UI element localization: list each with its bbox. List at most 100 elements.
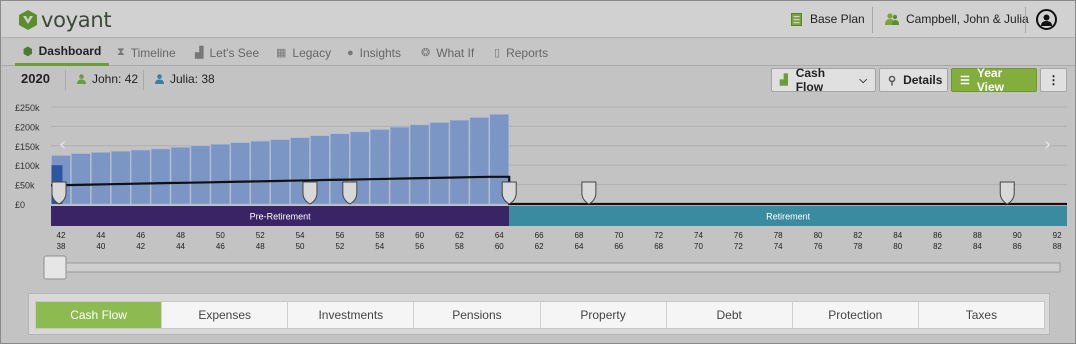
age-label-julia: 48 — [256, 242, 265, 251]
age-label-julia: 88 — [1053, 242, 1062, 251]
person-john: John: 42 — [77, 72, 138, 86]
age-label-julia: 54 — [375, 242, 384, 251]
age-label-john: 48 — [176, 231, 185, 240]
tab-investments[interactable]: Investments — [288, 302, 415, 328]
nav-label: What If — [436, 45, 475, 60]
age-label-julia: 38 — [57, 242, 66, 251]
age-label-julia: 60 — [495, 242, 504, 251]
age-label-julia: 80 — [893, 242, 902, 251]
tab-label: Expenses — [198, 308, 252, 322]
y-tick-label: £100k — [15, 161, 40, 171]
more-vertical-icon: ⋮ — [1047, 73, 1060, 87]
timeline-slider-track[interactable] — [43, 262, 1061, 273]
voyant-logo[interactable]: voyant — [19, 8, 112, 32]
chevron-right-icon: › — [1044, 134, 1051, 155]
nav-legacy[interactable]: ▦ Legacy — [276, 39, 331, 66]
nav-timeline[interactable]: ⧗ Timeline — [117, 39, 176, 66]
client-selector[interactable]: Campbell, John & Julia — [885, 12, 1029, 26]
marker-shape — [999, 181, 1015, 205]
age-label-john: 92 — [1053, 231, 1062, 240]
age-label-julia: 56 — [415, 242, 424, 251]
age-label-john: 88 — [973, 231, 982, 240]
year-view-button[interactable]: ☰ Year View — [951, 66, 1037, 94]
nav-insights[interactable]: ● Insights — [347, 39, 401, 66]
hourglass-icon: ⧗ — [117, 46, 125, 58]
nav-lets-see[interactable]: ▟ Let's See — [195, 39, 259, 66]
tab-label: Cash Flow — [70, 308, 127, 322]
age-label-julia: 74 — [774, 242, 783, 251]
details-button[interactable]: ⚲ Details — [879, 68, 948, 92]
age-label-julia: 66 — [614, 242, 623, 251]
bar — [429, 122, 450, 205]
bar — [110, 150, 131, 205]
bar — [130, 149, 151, 205]
cube-icon: ⬢ — [23, 45, 33, 58]
age-label-julia: 84 — [973, 242, 982, 251]
bar — [449, 119, 470, 205]
bar — [71, 153, 91, 205]
main-nav: ⬢ Dashboard ⧗ Timeline ▟ Let's See ▦ Leg… — [1, 39, 1075, 66]
brain-icon: ❂ — [421, 47, 431, 59]
tab-expenses[interactable]: Expenses — [162, 302, 289, 328]
age-label-john: 80 — [814, 231, 823, 240]
tab-cash-flow[interactable]: Cash Flow — [36, 302, 163, 328]
bar-chart-icon: ▟ — [195, 47, 204, 59]
age-label-john: 44 — [96, 231, 105, 240]
age-label-john: 46 — [136, 231, 145, 240]
tab-label: Investments — [318, 308, 384, 322]
tab-label: Debt — [716, 308, 742, 322]
y-tick-label: £50k — [15, 181, 35, 191]
toolbar-divider-2 — [143, 70, 144, 90]
bar-chart-icon: ▟ — [780, 74, 788, 86]
nav-reports[interactable]: ▯ Reports — [494, 39, 548, 66]
bar — [389, 126, 410, 205]
bar — [150, 148, 171, 205]
age-label-julia: 52 — [335, 242, 344, 251]
age-label-julia: 76 — [814, 242, 823, 251]
user-icon — [1041, 14, 1052, 26]
bar — [170, 147, 191, 205]
tab-debt[interactable]: Debt — [666, 302, 793, 328]
age-label-julia: 70 — [694, 242, 703, 251]
age-label-julia: 46 — [216, 242, 225, 251]
age-label-julia: 78 — [853, 242, 862, 251]
plan-label: Base Plan — [810, 12, 865, 26]
cash-flow-dropdown[interactable]: ▟ Cash Flow ⌵ — [771, 66, 876, 94]
list-icon: ☰ — [960, 74, 970, 87]
age-label-julia: 72 — [734, 242, 743, 251]
category-tabs-panel: Cash Flow Expenses Investments Pensions … — [28, 293, 1050, 335]
age-label-john: 70 — [614, 231, 623, 240]
age-label-julia: 86 — [1013, 242, 1022, 251]
age-label-john: 52 — [256, 231, 265, 240]
more-options-button[interactable]: ⋮ — [1040, 68, 1067, 92]
age-label-john: 42 — [57, 231, 66, 240]
nav-label: Timeline — [130, 45, 176, 60]
building-icon: ▦ — [276, 47, 287, 59]
plan-selector[interactable]: Base Plan — [791, 12, 865, 26]
age-label-john: 76 — [734, 231, 743, 240]
year-view-label: Year View — [976, 66, 1005, 94]
nav-dashboard[interactable]: ⬢ Dashboard — [15, 39, 110, 66]
age-label-julia: 82 — [933, 242, 942, 251]
nav-what-if[interactable]: ❂ What If — [421, 39, 474, 66]
tab-property[interactable]: Property — [540, 302, 667, 328]
tab-taxes[interactable]: Taxes — [918, 302, 1044, 328]
nav-label: Dashboard — [38, 44, 102, 58]
event-marker-icon — [581, 181, 597, 205]
user-account-button[interactable] — [1036, 9, 1057, 30]
age-label-john: 62 — [455, 231, 464, 240]
nav-label: Let's See — [209, 45, 260, 60]
person-john-label: John: 42 — [92, 72, 139, 86]
tab-protection[interactable]: Protection — [792, 302, 919, 328]
bar — [91, 152, 111, 205]
period-label: Retirement — [766, 212, 811, 222]
age-label-john: 72 — [654, 231, 663, 240]
age-label-julia: 64 — [575, 242, 584, 251]
brand-name: voyant — [41, 8, 112, 32]
tab-label: Pensions — [452, 308, 502, 322]
tab-pensions[interactable]: Pensions — [414, 302, 541, 328]
view-select-label: Cash Flow — [795, 66, 826, 94]
bar — [469, 117, 490, 205]
bar — [230, 142, 251, 205]
timeline-slider-handle[interactable] — [43, 255, 67, 280]
